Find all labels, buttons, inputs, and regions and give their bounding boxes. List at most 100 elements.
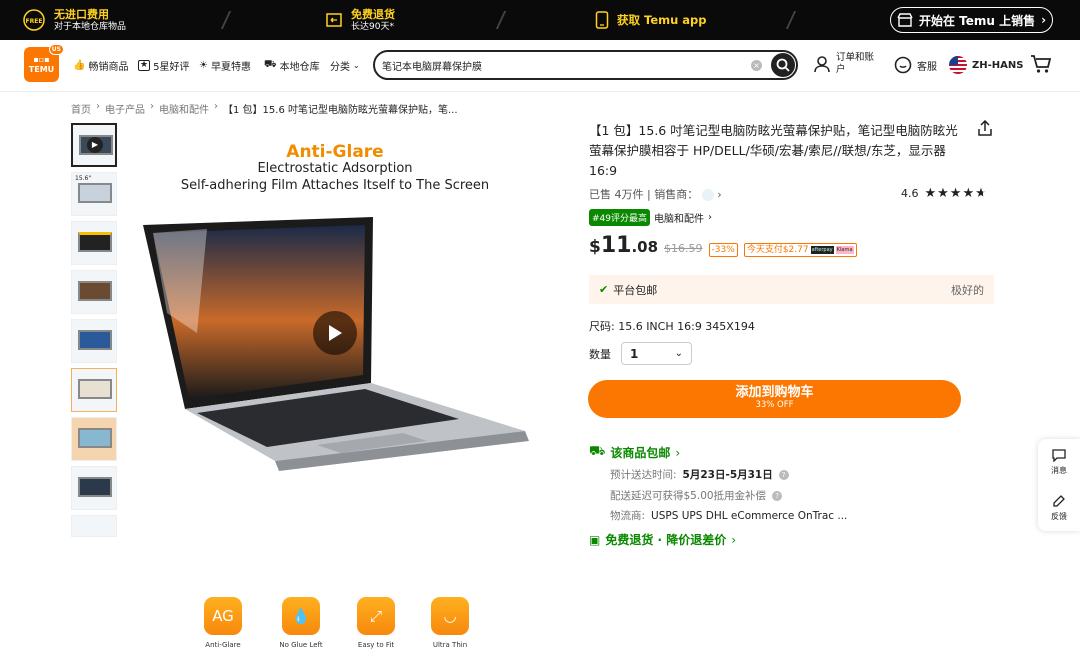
nav-five-star[interactable]: ★ 5星好评	[138, 58, 189, 73]
rating-value: 4.6	[901, 187, 919, 200]
nav-categories[interactable]: 分类 ⌄	[330, 58, 360, 73]
divider	[220, 11, 244, 29]
promo-no-import-fee[interactable]: FREE 无进口费用 对于本地仓库物品	[22, 0, 126, 40]
discount-badge: -33%	[708, 243, 738, 257]
share-button[interactable]	[978, 119, 992, 140]
share-icon	[978, 119, 992, 136]
play-video-button[interactable]	[313, 311, 357, 355]
help-icon[interactable]: ?	[772, 490, 783, 501]
cart-icon	[1031, 55, 1052, 73]
nav-item-label: 早夏特惠	[210, 62, 251, 73]
thumbnail-image[interactable]	[71, 417, 117, 461]
rank-category: 电脑和配件	[654, 214, 704, 225]
thumbnail-image[interactable]	[71, 221, 117, 265]
edit-icon	[1053, 495, 1065, 507]
nav-bestsellers[interactable]: 👍 畅销商品	[73, 58, 128, 73]
chevron-right-icon: ›	[1041, 13, 1047, 27]
breadcrumb: 首页 › 电子产品 › 电脑和配件 › 【1 包】15.6 吋笔记型电脑防眩光萤幕保护…	[71, 101, 458, 116]
chat-smile-icon	[894, 56, 912, 74]
thumbnail-image[interactable]: 15.6"	[71, 172, 117, 216]
sales-seller: 已售 4万件 | 销售商： ›	[589, 188, 722, 201]
add-to-cart-label: 添加到购物车	[735, 385, 814, 400]
feature-label: Easy to Fit	[357, 641, 395, 649]
image-line1: Electrostatic Adsorption	[257, 161, 413, 176]
main-nav: US ▪▫▪ TEMU 👍 畅销商品 ★ 5星好评 ☀ 早夏特惠 ⛟ 本地仓库 分类 ⌄ …	[0, 40, 1080, 92]
nav-local-warehouse[interactable]: ⛟ 本地仓库	[264, 58, 320, 73]
product-title: 【1 包】15.6 吋笔记型电脑防眩光萤幕保护贴，笔记型电脑防眩光萤幕保护膜相容…	[589, 123, 958, 178]
product-info: 【1 包】15.6 吋笔记型电脑防眩光萤幕保护贴，笔记型电脑防眩光萤幕保护膜相容…	[589, 121, 994, 181]
free-badge-icon: FREE	[23, 9, 45, 31]
play-icon: ▶	[87, 137, 103, 153]
clear-search-icon[interactable]: ×	[751, 60, 762, 71]
truck-icon: ⛟	[589, 444, 606, 459]
quantity-select[interactable]: 1 ⌄	[621, 342, 692, 365]
promo2-sub: 长达90天*	[351, 21, 394, 32]
eta-row: 预计送达时间: 5月23日-5月31日 ?	[610, 467, 789, 482]
add-to-cart-button[interactable]: 添加到购物车 33% OFF	[588, 380, 961, 418]
thumbnail-image[interactable]	[71, 466, 117, 510]
sold-count: 已售 4万件	[589, 188, 644, 201]
thumbnail-image[interactable]	[71, 270, 117, 314]
seller-avatar[interactable]	[701, 189, 714, 201]
chevron-right-icon[interactable]: ›	[717, 188, 721, 201]
chat-icon	[1052, 448, 1066, 462]
logo-glyph-icon: ▪▫▪	[33, 54, 50, 64]
water-drop-icon: 💧	[282, 597, 320, 635]
quantity-label: 数量	[589, 347, 611, 361]
search-icon	[776, 58, 790, 72]
free-returns-link[interactable]: ▣ 免费退货 · 降价退差价 ›	[589, 531, 736, 548]
promo-get-app[interactable]: 获取 Temu app	[595, 0, 707, 40]
nav-item-label: 5星好评	[153, 62, 190, 73]
breadcrumb-computers[interactable]: 电脑和配件	[159, 101, 209, 116]
promo1-title: 无进口费用	[54, 7, 109, 21]
play-icon	[329, 325, 342, 341]
logo-text: TEMU	[28, 64, 55, 74]
promo-free-returns[interactable]: 免费退货 长达90天*	[325, 0, 395, 40]
breadcrumb-electronics[interactable]: 电子产品	[105, 101, 145, 116]
quantity-value: 1	[630, 346, 639, 361]
feature-label: Ultra Thin	[432, 641, 468, 649]
nav-item-label: 分类	[330, 62, 350, 73]
pay-later-badge[interactable]: 今天支付$2.77 afterpay Klarna	[743, 243, 857, 257]
ranking-badge[interactable]: #49评分最高 电脑和配件 ›	[589, 209, 712, 226]
search-input[interactable]	[382, 59, 742, 71]
price-decimal: .08	[631, 238, 659, 256]
language-selector[interactable]: ZH-HANS	[949, 56, 1023, 74]
support-link[interactable]: 客服	[894, 56, 937, 74]
help-icon[interactable]: ?	[778, 469, 789, 480]
product-main-image[interactable]: Anti-Glare Electrostatic Adsorption Self…	[127, 123, 543, 649]
orders-label: 订单和账户	[836, 52, 875, 75]
price-integer: 11	[600, 233, 632, 258]
orders-account[interactable]: 订单和账户	[813, 52, 878, 76]
thumbnail-image[interactable]	[71, 368, 117, 412]
image-line2: Self-adhering Film Attaches Itself to Th…	[180, 178, 490, 193]
feedback-button[interactable]: 反馈	[1038, 485, 1080, 531]
checkmark-icon: ✔	[599, 283, 609, 296]
logo-region-badge: US	[48, 44, 64, 55]
free-shipping-link[interactable]: ⛟ 该商品包邮 ›	[589, 444, 680, 461]
feature-no-glue: 💧 No Glue Left	[271, 597, 331, 649]
eta-value: 5月23日-5月31日	[682, 469, 773, 481]
us-flag-icon	[949, 56, 967, 74]
thumbnail-video[interactable]: ▶	[71, 123, 117, 167]
store-icon	[897, 13, 913, 27]
thumbnail-image[interactable]	[71, 515, 117, 537]
messages-label: 消息	[1051, 465, 1067, 475]
cart-button[interactable]	[1030, 54, 1052, 74]
sell-on-temu-button[interactable]: 开始在 Temu 上销售 ›	[890, 7, 1053, 33]
nav-summer-deals[interactable]: ☀ 早夏特惠	[199, 58, 251, 73]
user-icon	[814, 56, 830, 73]
sell-label: 开始在 Temu 上销售	[918, 13, 1036, 28]
thumbnail-size-label: 15.6"	[75, 175, 92, 182]
temu-logo[interactable]: US ▪▫▪ TEMU	[24, 44, 64, 82]
search-button[interactable]	[771, 53, 795, 77]
carrier-list: USPS UPS DHL eCommerce OnTrac ...	[651, 509, 848, 522]
product-rating[interactable]: 4.6 ★★★★★	[901, 186, 988, 201]
breadcrumb-home[interactable]: 首页	[71, 101, 91, 116]
messages-button[interactable]: 消息	[1038, 439, 1080, 485]
thumbnail-image[interactable]	[71, 319, 117, 363]
support-label: 客服	[917, 61, 937, 73]
star-rating-icon: ★★★★★	[924, 186, 988, 201]
phone-icon	[595, 11, 609, 29]
price-block: $11.08 $16.59 -33% 今天支付$2.77 afterpay Kl…	[589, 233, 857, 258]
